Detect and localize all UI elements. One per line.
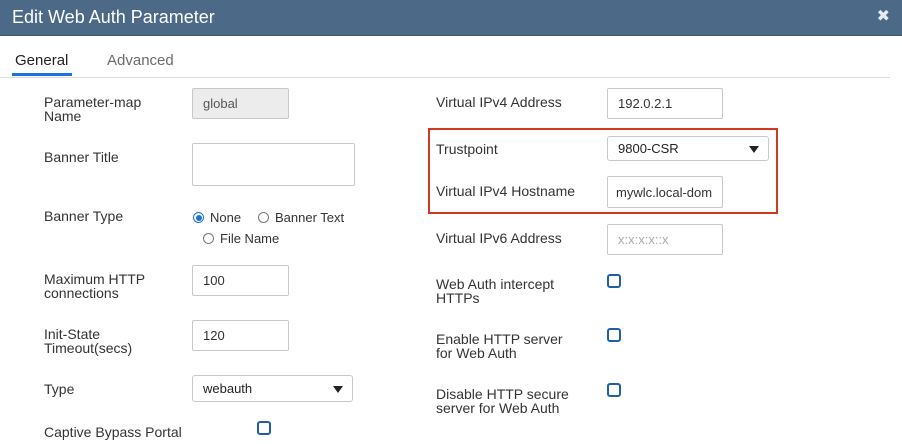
disable-https-server-label: Disable HTTP secure server for Web Auth (436, 386, 569, 416)
trustpoint-select[interactable]: 9800-CSR (607, 136, 769, 161)
type-select-value: webauth (203, 381, 253, 396)
virtual-ipv4-field[interactable]: 192.0.2.1 (607, 88, 723, 119)
radio-unchecked-icon (258, 212, 269, 223)
chevron-down-icon (333, 385, 343, 393)
banner-type-file-radio[interactable]: File Name (203, 231, 279, 246)
chevron-down-icon (749, 145, 759, 153)
tab-divider (0, 77, 890, 78)
banner-type-label: Banner Type (44, 208, 124, 224)
trustpoint-label: Trustpoint (436, 141, 498, 157)
parameter-map-name-field: global (192, 88, 289, 119)
virtual-ipv6-label: Virtual IPv6 Address (436, 230, 562, 246)
dialog-title-bar: Edit Web Auth Parameter ✖ (0, 0, 902, 36)
init-state-timeout-label: Init-State Timeout(secs) (44, 326, 133, 356)
virtual-ipv4-label: Virtual IPv4 Address (436, 94, 562, 110)
captive-bypass-label: Captive Bypass Portal (44, 424, 182, 440)
banner-title-field[interactable] (192, 143, 355, 186)
banner-title-label: Banner Title (44, 149, 119, 165)
captive-bypass-checkbox[interactable] (257, 421, 271, 435)
radio-unchecked-icon (203, 233, 214, 244)
radio-checked-icon (193, 212, 204, 223)
radio-label-banner-text: Banner Text (275, 210, 345, 225)
virtual-ipv4-hostname-label: Virtual IPv4 Hostname (436, 183, 576, 199)
virtual-ipv4-hostname-field[interactable]: mywlc.local-dom (607, 176, 723, 208)
tab-advanced[interactable]: Advanced (107, 52, 174, 69)
enable-http-server-checkbox[interactable] (607, 328, 621, 342)
max-http-label: Maximum HTTP connections (44, 271, 146, 301)
radio-label-none: None (210, 210, 242, 225)
enable-http-server-label: Enable HTTP server for Web Auth (436, 331, 563, 361)
type-label: Type (44, 381, 75, 397)
tab-general[interactable]: General (15, 52, 68, 69)
intercept-https-label: Web Auth intercept HTTPs (436, 276, 555, 306)
init-state-timeout-field[interactable]: 120 (192, 320, 289, 351)
banner-type-none-radio[interactable]: None (193, 210, 241, 225)
virtual-ipv6-field[interactable]: x:x:x:x::x (607, 224, 723, 255)
dialog-title: Edit Web Auth Parameter (12, 7, 215, 27)
active-tab-indicator (12, 73, 72, 76)
close-icon[interactable]: ✖ (877, 6, 890, 26)
max-http-field[interactable]: 100 (192, 265, 289, 296)
disable-https-server-checkbox[interactable] (607, 383, 621, 397)
type-select[interactable]: webauth (192, 375, 353, 402)
parameter-map-name-label: Parameter-map Name (44, 94, 142, 124)
trustpoint-select-value: 9800-CSR (618, 141, 679, 156)
banner-type-text-radio[interactable]: Banner Text (258, 210, 344, 225)
intercept-https-checkbox[interactable] (607, 274, 621, 288)
radio-label-file-name: File Name (220, 231, 280, 246)
